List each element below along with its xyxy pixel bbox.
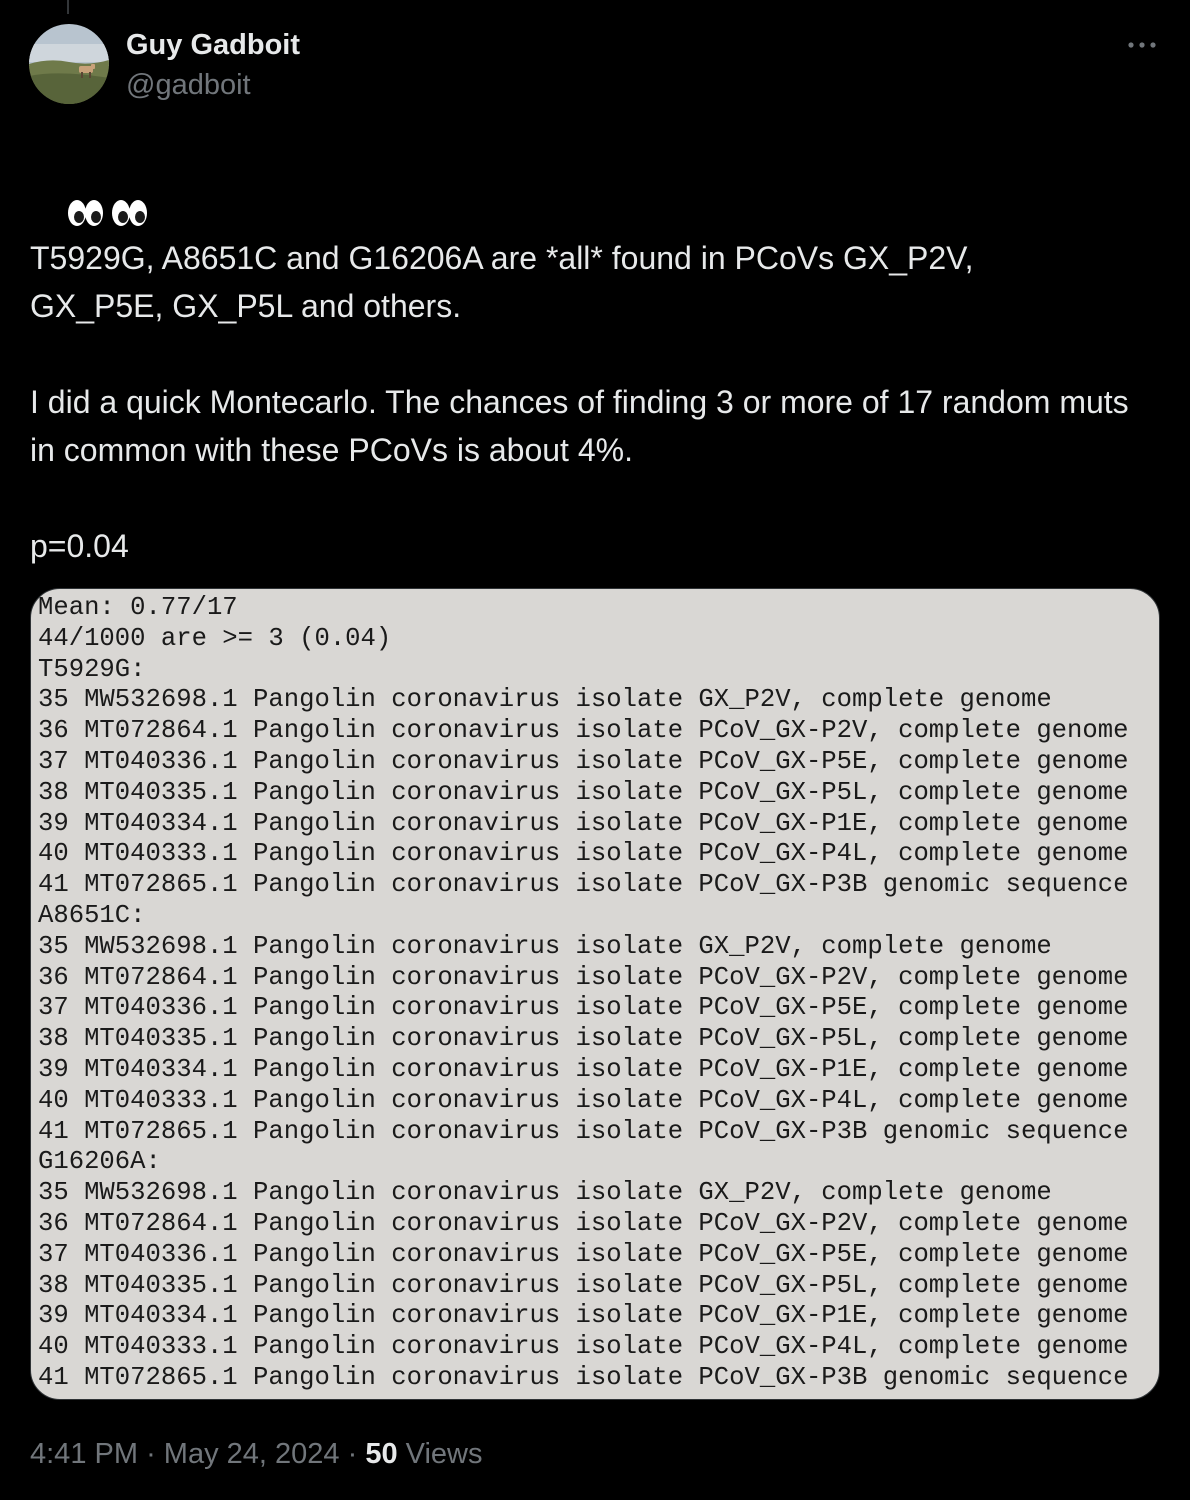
terminal-line: 35 MW532698.1 Pangolin coronavirus isola… — [38, 931, 1052, 961]
terminal-line: 41 MT072865.1 Pangolin coronavirus isola… — [38, 1362, 1129, 1392]
meta-separator: · — [347, 1438, 358, 1470]
avatar-image — [29, 24, 109, 104]
terminal-line: 39 MT040334.1 Pangolin coronavirus isola… — [38, 1054, 1129, 1084]
tweet-paragraph: I did a quick Montecarlo. The chances of… — [30, 384, 1138, 468]
terminal-line: 35 MW532698.1 Pangolin coronavirus isola… — [38, 1178, 1052, 1208]
terminal-line: 44/1000 are >= 3 (0.04) — [38, 623, 392, 653]
terminal-line: 38 MT040335.1 Pangolin coronavirus isola… — [38, 1024, 1129, 1054]
views-label[interactable]: Views — [406, 1438, 483, 1470]
avatar[interactable] — [29, 24, 109, 104]
terminal-line: 38 MT040335.1 Pangolin coronavirus isola… — [38, 777, 1129, 807]
terminal-line: 40 MT040333.1 Pangolin coronavirus isola… — [38, 1332, 1129, 1362]
tweet-paragraph: T5929G, A8651C and G16206A are *all* fou… — [30, 240, 983, 324]
terminal-line: 37 MT040336.1 Pangolin coronavirus isola… — [38, 993, 1129, 1023]
terminal-line: 38 MT040335.1 Pangolin coronavirus isola… — [38, 1270, 1129, 1300]
terminal-line: 37 MT040336.1 Pangolin coronavirus isola… — [38, 746, 1129, 776]
thread-connector-line — [67, 0, 69, 14]
author-display-name[interactable]: Guy Gadboit — [126, 28, 300, 62]
tweet-meta: 4:41 PM · May 24, 2024 · 50 Views — [30, 1434, 483, 1474]
terminal-line: 39 MT040334.1 Pangolin coronavirus isola… — [38, 808, 1129, 838]
tweet-image-attachment[interactable]: Mean: 0.77/17 44/1000 are >= 3 (0.04) T592… — [30, 588, 1160, 1400]
eyes-icon — [67, 199, 147, 226]
tweet-emoji-line: 👀👀 — [30, 138, 1160, 226]
terminal-line: 40 MT040333.1 Pangolin coronavirus isola… — [38, 1085, 1129, 1115]
terminal-line: 39 MT040334.1 Pangolin coronavirus isola… — [38, 1301, 1129, 1331]
terminal-line: T5929G: — [38, 654, 146, 684]
terminal-output: Mean: 0.77/17 44/1000 are >= 3 (0.04) T592… — [38, 593, 1128, 1394]
terminal-line: A8651C: — [38, 900, 146, 930]
tweet-body: 👀👀 T5929G, A8651C and G16206A are *all* … — [30, 138, 1160, 570]
terminal-line: 37 MT040336.1 Pangolin coronavirus isola… — [38, 1239, 1129, 1269]
terminal-line: 36 MT072864.1 Pangolin coronavirus isola… — [38, 962, 1129, 992]
terminal-line: Mean: 0.77/17 — [38, 593, 238, 622]
views-count[interactable]: 50 — [365, 1438, 397, 1470]
terminal-line: 41 MT072865.1 Pangolin coronavirus isola… — [38, 870, 1129, 900]
tweet-date[interactable]: May 24, 2024 — [164, 1438, 340, 1470]
terminal-line: 36 MT072864.1 Pangolin coronavirus isola… — [38, 1208, 1129, 1238]
more-horizontal-icon[interactable] — [1122, 30, 1162, 60]
tweet-time[interactable]: 4:41 PM — [30, 1438, 138, 1470]
terminal-line: 35 MW532698.1 Pangolin coronavirus isola… — [38, 685, 1052, 715]
tweet-paragraph: p=0.04 — [30, 528, 129, 564]
meta-separator: · — [146, 1438, 156, 1470]
terminal-line: 36 MT072864.1 Pangolin coronavirus isola… — [38, 716, 1129, 746]
author-handle[interactable]: @gadboit — [126, 68, 251, 102]
terminal-line: 40 MT040333.1 Pangolin coronavirus isola… — [38, 839, 1129, 869]
terminal-line: G16206A: — [38, 1147, 161, 1177]
terminal-line: 41 MT072865.1 Pangolin coronavirus isola… — [38, 1116, 1129, 1146]
